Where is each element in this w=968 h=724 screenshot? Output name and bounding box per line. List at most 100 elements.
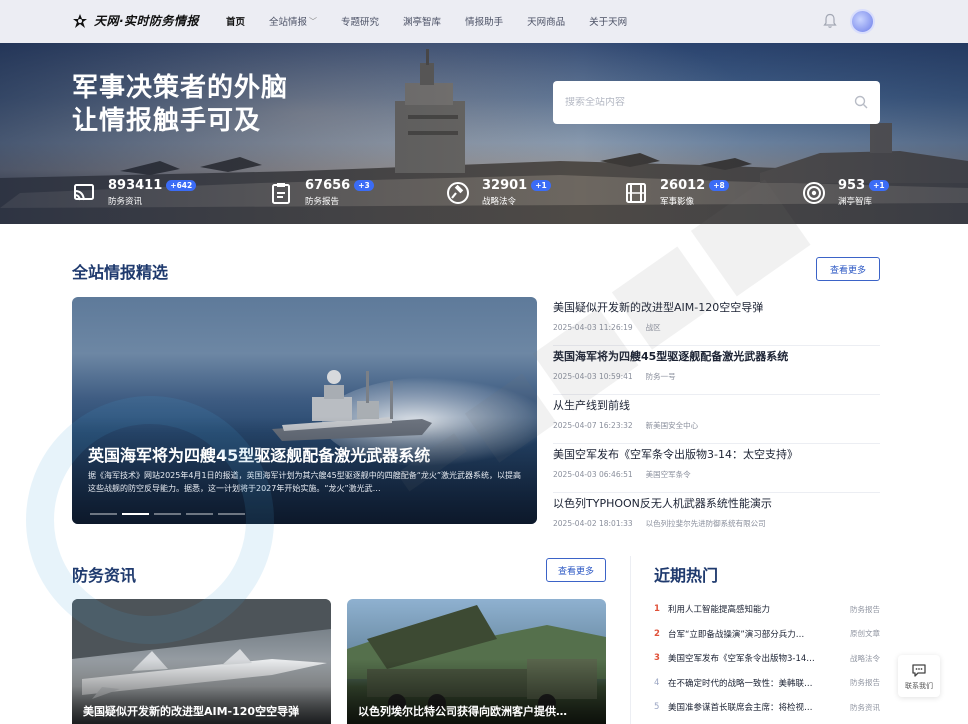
hot-title: 在不确定时代的战略一致性：美韩联… (668, 678, 813, 689)
stat-number: 26012 (660, 178, 706, 193)
carousel-dot[interactable] (90, 513, 117, 515)
news-source: 战区 (645, 323, 661, 332)
hot-list: 1 利用人工智能提高感知能力 防务报告 2 台军“立即备战操演”演习部分兵力… 原创文章 3… (654, 597, 880, 720)
hot-tag: 防务资讯 (850, 702, 880, 712)
hot-title: 台军“立即备战操演”演习部分兵力… (668, 629, 805, 640)
bell-icon[interactable] (823, 13, 837, 29)
hot-list-item[interactable]: 5 美国准参谋首长联席会主席：将检视… 防务资讯 (654, 695, 880, 720)
news-date: 2025-04-03 06:46:51 (553, 470, 633, 479)
section-title-defense-news: 防务资讯 (72, 566, 137, 585)
stat-label: 防务报告 (305, 197, 340, 207)
hot-tag: 防务报告 (850, 604, 880, 614)
news-list-item[interactable]: 从生产线到前线 2025-04-07 16:23:32 新美国安全中心 (553, 395, 880, 444)
news-list-item[interactable]: 美国空军发布《空军条令出版物3-14：太空支持》 2025-04-03 06:46… (553, 444, 880, 493)
news-meta: 2025-04-07 16:23:32 新美国安全中心 (553, 420, 880, 431)
stat-military-images[interactable]: 26012 +8 军事影像 (624, 178, 729, 207)
card-title: 以色列埃尔比特公司获得向欧洲客户提供… (358, 705, 567, 718)
news-meta: 2025-04-03 10:59:41 防务一号 (553, 371, 880, 382)
hot-rank: 1 (654, 604, 660, 615)
news-list-item[interactable]: 美国疑似开发新的改进型AIM-120空空导弹 2025-04-03 11:26:1… (553, 297, 880, 346)
nav-think-tank[interactable]: 渊亭智库 (403, 14, 441, 28)
stat-defense-news[interactable]: 893411 +642 防务资讯 (72, 178, 197, 207)
nav-label: 情报助手 (465, 17, 504, 28)
carousel-indicators (90, 513, 245, 515)
hero-title-line-2: 让情报触手可及 (72, 106, 262, 136)
nav-label: 首页 (226, 17, 246, 28)
site-logo[interactable]: 天网·实时防务情报 (72, 12, 199, 29)
news-date: 2025-04-07 16:23:32 (553, 421, 633, 430)
featured-more-button[interactable]: 查看更多 (816, 257, 880, 281)
stat-badge: +3 (354, 180, 374, 191)
top-header: 天网·实时防务情报 首页 全站情报 ﹀ 专题研究 渊亭智库 情报助手 天网商品 关… (0, 0, 968, 43)
hot-list-item[interactable]: 4 在不确定时代的战略一致性：美韩联… 防务报告 (654, 671, 880, 696)
contact-us-button[interactable]: 联系我们 (898, 655, 940, 697)
news-source: 新美国安全中心 (645, 421, 699, 430)
search-input[interactable] (565, 97, 835, 108)
featured-carousel[interactable]: 英国海军将为四艘45型驱逐舰配备激光武器系统 据《海军技术》网站2025年4月1… (72, 297, 537, 524)
news-title: 英国海军将为四艘45型驱逐舰配备激光武器系统 (553, 350, 789, 363)
stats-bar: 893411 +642 防务资讯 67656 +3 防务报告 32901 +1 … (0, 178, 968, 214)
stat-badge: +1 (869, 180, 889, 191)
news-source: 以色列拉斐尔先进防御系统有限公司 (645, 519, 766, 528)
nav-about[interactable]: 关于天网 (589, 14, 627, 28)
news-list-item[interactable]: 英国海军将为四艘45型驱逐舰配备激光武器系统 2025-04-03 10:59:4… (553, 346, 880, 395)
news-card[interactable]: 美国疑似开发新的改进型AIM-120空空导弹 (72, 599, 331, 724)
stat-label: 军事影像 (660, 197, 695, 207)
nav-assistant[interactable]: 情报助手 (465, 14, 503, 28)
cast-icon (74, 183, 94, 200)
news-title: 美国疑似开发新的改进型AIM-120空空导弹 (553, 301, 764, 314)
hero-title: 军事决策者的外脑 让情报触手可及 (72, 72, 288, 138)
news-title: 从生产线到前线 (553, 399, 630, 412)
hot-rank: 3 (654, 653, 660, 664)
hot-tag: 原创文章 (850, 629, 880, 639)
featured-news-list: 美国疑似开发新的改进型AIM-120空空导弹 2025-04-03 11:26:1… (553, 297, 880, 542)
search-box (553, 81, 880, 124)
news-source: 美国空军条令 (645, 470, 691, 479)
news-date: 2025-04-03 11:26:19 (553, 323, 633, 332)
clipboard-icon (272, 182, 290, 204)
stat-badge: +642 (166, 180, 197, 191)
stat-strategic-decrees[interactable]: 32901 +1 战略法令 (446, 178, 551, 207)
stat-number: 32901 (482, 178, 528, 193)
news-title: 美国空军发布《空军条令出版物3-14：太空支持》 (553, 448, 798, 461)
hot-list-item[interactable]: 2 台军“立即备战操演”演习部分兵力… 原创文章 (654, 622, 880, 647)
nav-all-intel[interactable]: 全站情报 ﹀ (269, 14, 318, 29)
carousel-dot[interactable] (122, 513, 149, 515)
carousel-title[interactable]: 英国海军将为四艘45型驱逐舰配备激光武器系统 (88, 442, 430, 466)
section-title-hot: 近期热门 (654, 566, 719, 585)
avatar[interactable] (850, 9, 875, 34)
hot-title: 美国准参谋首长联席会主席：将检视… (668, 703, 813, 714)
nav-label: 全站情报 (269, 17, 308, 28)
defense-more-button[interactable]: 查看更多 (546, 558, 606, 582)
target-icon (803, 181, 825, 204)
gavel-icon (447, 181, 469, 204)
nav-products[interactable]: 天网商品 (527, 14, 565, 28)
logo-text: 天网·实时防务情报 (94, 14, 200, 28)
news-card[interactable]: 以色列埃尔比特公司获得向欧洲客户提供… (347, 599, 606, 724)
nav-label: 渊亭智库 (403, 17, 442, 28)
stat-number: 953 (838, 178, 866, 193)
hero-title-line-1: 军事决策者的外脑 (72, 73, 289, 103)
news-meta: 2025-04-02 18:01:33 以色列拉斐尔先进防御系统有限公司 (553, 518, 880, 529)
hot-title: 利用人工智能提高感知能力 (668, 605, 771, 616)
hot-rank: 2 (654, 628, 660, 639)
hot-list-item[interactable]: 1 利用人工智能提高感知能力 防务报告 (654, 597, 880, 622)
carousel-dot[interactable] (186, 513, 213, 515)
stat-think-tank[interactable]: 953 +1 渊亭智库 (802, 178, 889, 207)
hero-banner: 军事决策者的外脑 让情报触手可及 893411+642 防务资讯 (0, 43, 968, 224)
nav-topics[interactable]: 专题研究 (341, 14, 379, 28)
news-list-item[interactable]: 以色列TYPHOON反无人机武器系统性能演示 2025-04-02 18:01:3… (553, 493, 880, 542)
card-title: 美国疑似开发新的改进型AIM-120空空导弹 (83, 705, 300, 718)
carousel-dot[interactable] (154, 513, 181, 515)
news-meta: 2025-04-03 06:46:51 美国空军条令 (553, 469, 880, 480)
carousel-dot[interactable] (218, 513, 245, 515)
stat-number: 893411 (108, 178, 163, 193)
nav-home[interactable]: 首页 (226, 14, 245, 28)
chevron-down-icon: ﹀ (309, 16, 318, 26)
news-meta: 2025-04-03 11:26:19 战区 (553, 322, 880, 333)
hot-list-item[interactable]: 3 美国空军发布《空军条令出版物3-14… 战略法令 (654, 646, 880, 671)
stat-label: 防务资讯 (108, 197, 143, 207)
search-icon[interactable] (854, 95, 868, 109)
hot-rank: 4 (654, 677, 660, 688)
stat-defense-reports[interactable]: 67656 +3 防务报告 (269, 178, 374, 207)
